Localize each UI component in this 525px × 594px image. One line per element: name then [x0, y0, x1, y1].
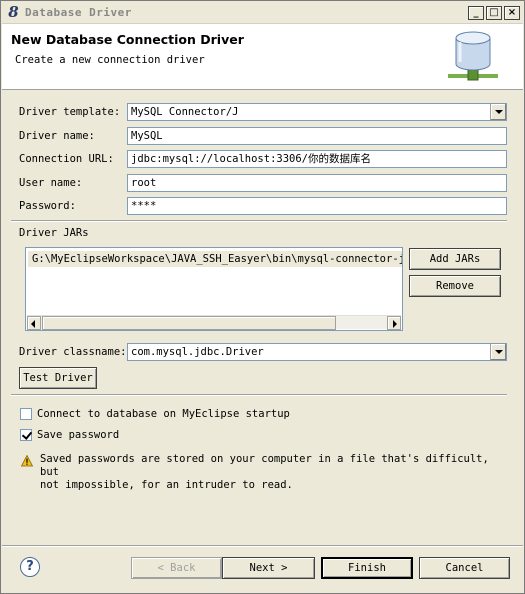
minimize-button[interactable]: _: [468, 6, 484, 20]
user-name-input[interactable]: root: [127, 174, 507, 192]
myeclipse-logo-icon: 8: [8, 3, 19, 21]
list-item[interactable]: G:\MyEclipseWorkspace\JAVA_SSH_Easyer\bi…: [28, 251, 402, 267]
title-bar[interactable]: 8 Database Driver _ □ ×: [2, 2, 523, 24]
scroll-right-icon[interactable]: [387, 316, 401, 330]
connection-url-input[interactable]: jdbc:mysql://localhost:3306/你的数据库名: [127, 150, 507, 168]
driver-template-label: Driver template:: [19, 106, 121, 118]
password-input[interactable]: ****: [127, 197, 507, 215]
driver-name-input[interactable]: MySQL: [127, 127, 507, 145]
driver-name-label: Driver name:: [19, 130, 95, 142]
next-button[interactable]: Next >: [222, 557, 315, 579]
save-password-checkbox[interactable]: [20, 429, 32, 441]
close-button[interactable]: ×: [504, 6, 520, 20]
driver-template-combo[interactable]: MySQL Connector/J: [127, 103, 507, 121]
driver-jars-label: Driver JARs: [19, 227, 89, 239]
window-title: Database Driver: [25, 6, 132, 19]
driver-classname-combo[interactable]: com.mysql.jdbc.Driver: [127, 343, 507, 361]
warning-line: not impossible, for an intruder to read.: [40, 479, 293, 491]
add-jars-button[interactable]: Add JARs: [409, 248, 501, 270]
password-label: Password:: [19, 200, 76, 212]
dialog-window: 8 Database Driver _ □ × New Database Con…: [0, 0, 525, 594]
driver-classname-label: Driver classname:: [19, 346, 127, 358]
page-title: New Database Connection Driver: [11, 32, 244, 47]
scroll-left-icon[interactable]: [27, 316, 41, 330]
connect-on-startup-checkbox[interactable]: [20, 408, 32, 420]
test-driver-button[interactable]: Test Driver: [19, 367, 97, 389]
wizard-header: New Database Connection Driver Create a …: [2, 24, 523, 90]
cancel-button[interactable]: Cancel: [419, 557, 510, 579]
database-icon: [448, 31, 498, 81]
chevron-down-icon[interactable]: [490, 344, 506, 360]
connect-on-startup-label: Connect to database on MyEclipse startup: [37, 408, 290, 420]
connection-url-label: Connection URL:: [19, 153, 114, 165]
separator: [11, 394, 507, 396]
page-subtitle: Create a new connection driver: [15, 54, 205, 66]
warning-message: Saved passwords are stored on your compu…: [40, 453, 510, 492]
help-icon[interactable]: ?: [20, 557, 40, 577]
driver-classname-value: com.mysql.jdbc.Driver: [131, 346, 264, 358]
user-name-label: User name:: [19, 177, 83, 189]
separator: [11, 220, 507, 222]
scroll-thumb[interactable]: [42, 316, 336, 330]
chevron-down-icon[interactable]: [490, 104, 506, 120]
footer-separator: [2, 545, 523, 547]
finish-button[interactable]: Finish: [321, 557, 413, 579]
remove-button[interactable]: Remove: [409, 275, 501, 297]
warning-icon: [21, 455, 33, 467]
back-button[interactable]: < Back: [131, 557, 222, 579]
warning-line: Saved passwords are stored on your compu…: [40, 453, 489, 478]
driver-template-value: MySQL Connector/J: [131, 106, 239, 118]
maximize-button[interactable]: □: [486, 6, 502, 20]
save-password-label: Save password: [37, 429, 120, 441]
driver-jars-list[interactable]: G:\MyEclipseWorkspace\JAVA_SSH_Easyer\bi…: [25, 247, 403, 331]
horizontal-scrollbar[interactable]: [27, 315, 401, 330]
